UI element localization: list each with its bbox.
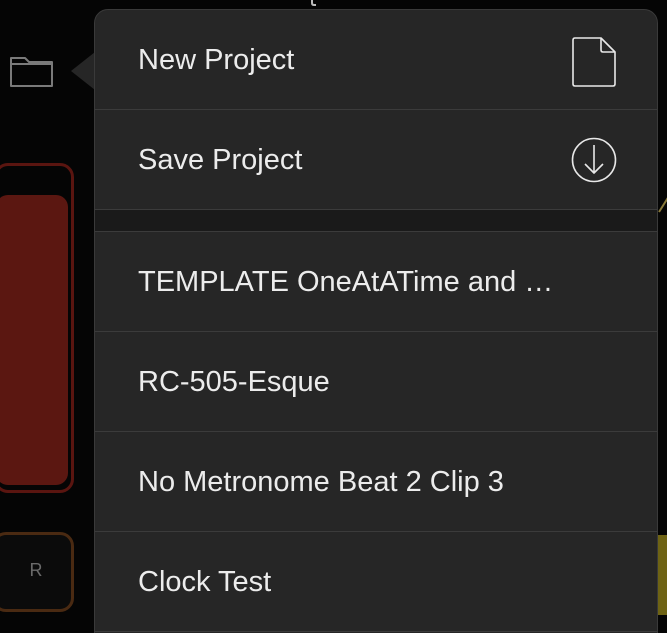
project-list-item[interactable]: RC-505-Esque [95,332,657,432]
project-list-item[interactable]: No Metronome Beat 2 Clip 3 [95,432,657,532]
project-name: No Metronome Beat 2 Clip 3 [138,466,504,498]
new-project-menu-item[interactable]: New Project [95,10,657,110]
top-partial-glyph [300,0,340,6]
app-screen: R New Project Save Project TEMPLATE OneA… [0,0,667,633]
project-name: RC-505-Esque [138,366,330,398]
new-document-icon [571,37,617,87]
new-project-label: New Project [138,44,295,76]
record-button-label: R [29,560,43,580]
menu-section-separator [95,210,657,232]
project-menu-popover: New Project Save Project TEMPLATE OneAtA… [94,9,658,633]
folder-icon [10,57,53,87]
save-project-label: Save Project [138,144,303,176]
project-list-item[interactable]: Clock Test [95,532,657,632]
project-name: Clock Test [138,566,272,598]
project-name: TEMPLATE OneAtATime and … [138,266,554,298]
project-list-item[interactable]: TEMPLATE OneAtATime and … [95,232,657,332]
projects-folder-button[interactable] [8,50,56,90]
popover-arrow [71,52,95,90]
save-project-menu-item[interactable]: Save Project [95,110,657,210]
track-volume-fill [0,195,68,485]
download-circle-icon [571,137,617,183]
